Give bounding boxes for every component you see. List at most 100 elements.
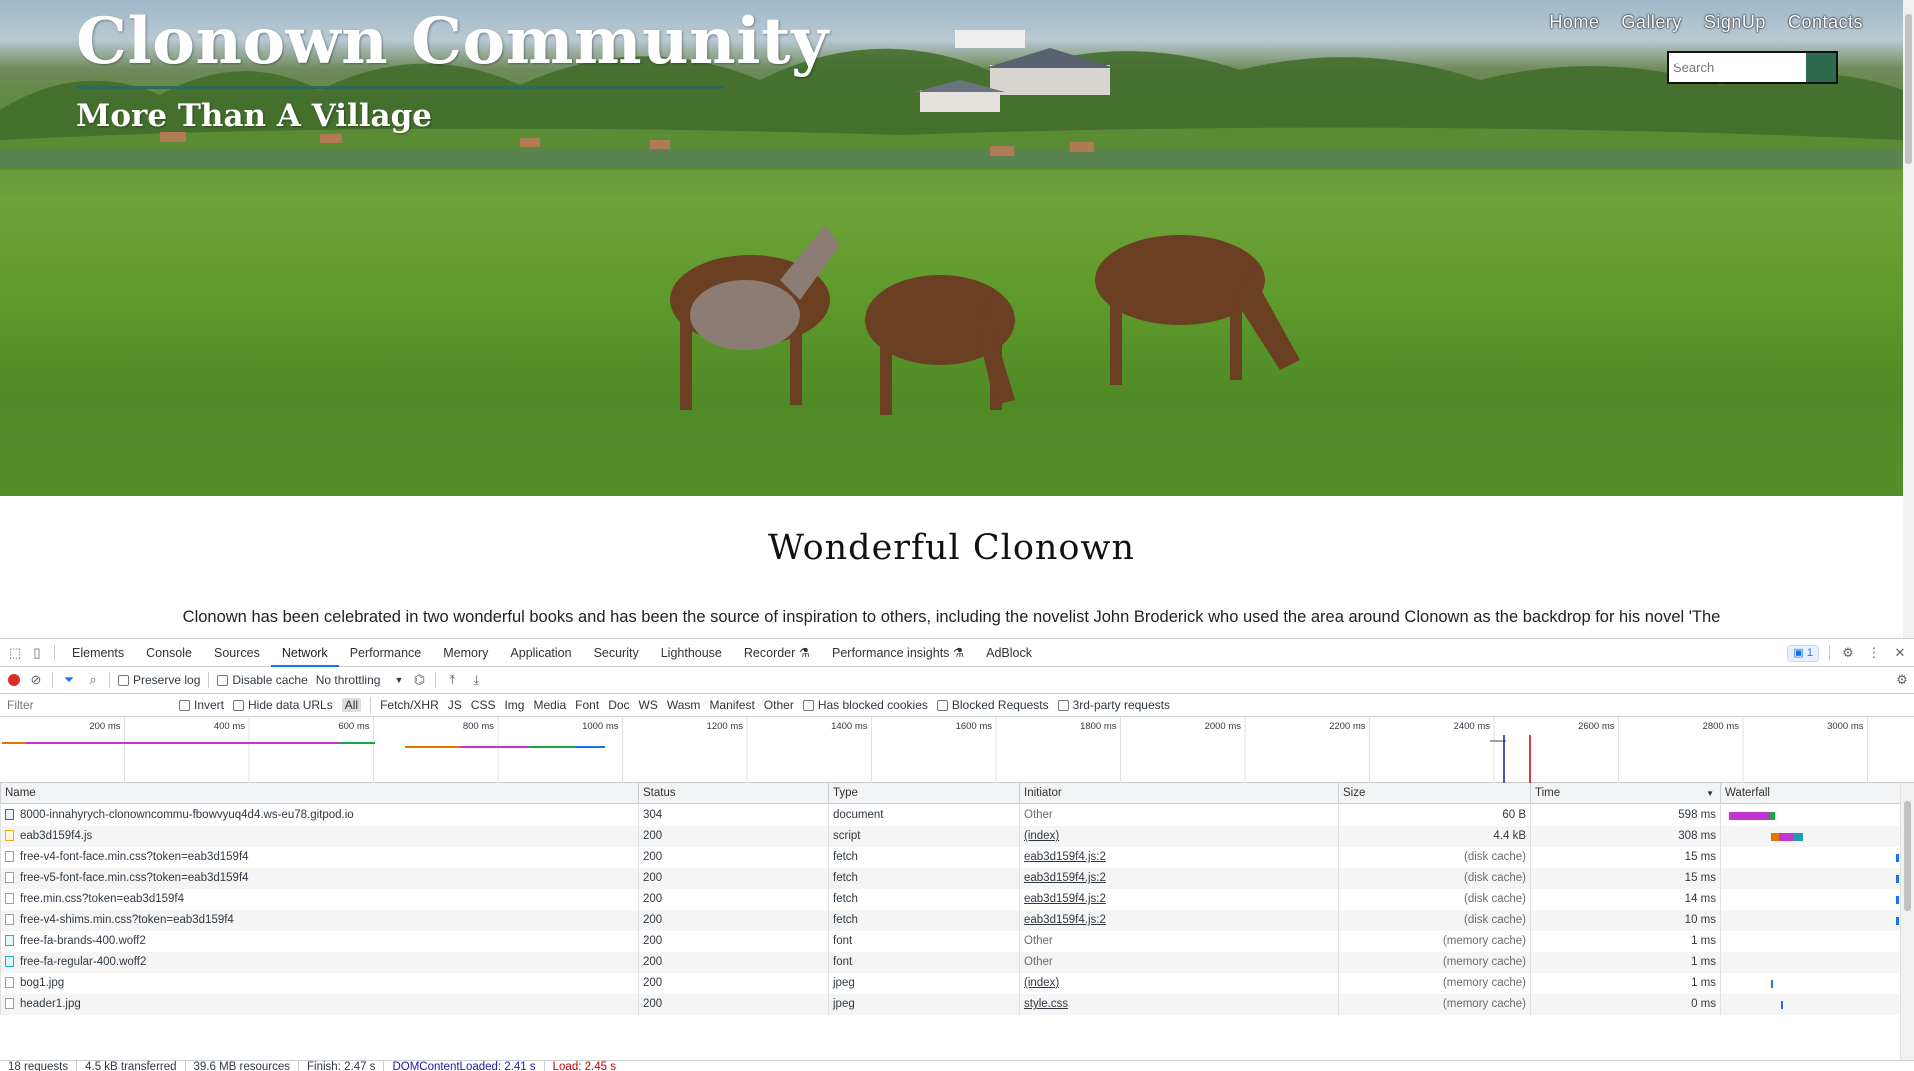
filter-type-js[interactable]: JS — [448, 698, 462, 712]
tab-network[interactable]: Network — [270, 639, 339, 667]
inspect-element-icon[interactable]: ⬚ — [4, 639, 26, 667]
table-row[interactable]: free-fa-regular-400.woff2 200 font Other (me… — [0, 952, 1900, 973]
table-row[interactable]: 8000-innahyrych-clonowncommu-fbowvyuq4d4… — [0, 805, 1900, 826]
filter-type-doc[interactable]: Doc — [608, 698, 629, 712]
waterfall-bar — [1896, 917, 1899, 925]
invert-checkbox[interactable]: Invert — [179, 698, 224, 712]
filter-type-ws[interactable]: WS — [639, 698, 658, 712]
cell-initiator[interactable]: eab3d159f4.js:2 — [1019, 910, 1338, 931]
checkbox-box[interactable] — [936, 699, 948, 711]
tab-sources[interactable]: Sources — [203, 639, 271, 667]
cell-initiator[interactable]: style.css — [1019, 994, 1338, 1015]
table-row[interactable]: bog1.jpg 200 jpeg (index) (memory cache) 1 ms — [0, 973, 1900, 994]
filter-type-css[interactable]: CSS — [471, 698, 496, 712]
record-button[interactable] — [8, 674, 20, 686]
nav-signup[interactable]: SignUp — [1704, 12, 1766, 33]
site-title[interactable]: Clonown Community — [76, 4, 829, 79]
column-header-type[interactable]: Type — [828, 783, 1019, 804]
column-header-status[interactable]: Status — [638, 783, 828, 804]
cell-initiator[interactable]: eab3d159f4.js:2 — [1019, 868, 1338, 889]
checkbox-box[interactable] — [217, 674, 229, 686]
cell-status: 200 — [638, 826, 828, 847]
preserve-log-checkbox[interactable]: Preserve log — [118, 673, 200, 687]
blocked-requests-checkbox[interactable]: Blocked Requests — [936, 698, 1049, 712]
has-blocked-cookies-checkbox[interactable]: Has blocked cookies — [802, 698, 928, 712]
page-scrollbar[interactable] — [1903, 0, 1914, 638]
tab-console[interactable]: Console — [135, 639, 203, 667]
cell-size-text: (disk cache) — [1464, 914, 1526, 926]
filter-type-font[interactable]: Font — [575, 698, 599, 712]
column-header-size[interactable]: Size — [1338, 783, 1530, 804]
table-row[interactable]: free.min.css?token=eab3d159f4 200 fetch eab… — [0, 889, 1900, 910]
device-toolbar-icon[interactable]: ▯ — [26, 639, 48, 667]
column-header-time[interactable]: Time ▼ — [1530, 783, 1720, 804]
table-row[interactable]: free-fa-brands-400.woff2 200 font Other (mem… — [0, 931, 1900, 952]
export-har-icon[interactable]: ⤓ — [468, 672, 484, 688]
throttling-select[interactable]: No throttling ▼ — [316, 673, 404, 687]
filter-type-img[interactable]: Img — [504, 698, 524, 712]
filter-type-other[interactable]: Other — [764, 698, 794, 712]
disable-cache-checkbox[interactable]: Disable cache — [217, 673, 308, 687]
table-row[interactable]: free-v4-shims.min.css?token=eab3d159f4 20… — [0, 910, 1900, 931]
cell-type: jpeg — [828, 994, 1019, 1015]
tab-memory[interactable]: Memory — [432, 639, 499, 667]
table-scrollbar[interactable] — [1900, 783, 1914, 1060]
tab-application[interactable]: Application — [499, 639, 582, 667]
table-row[interactable]: eab3d159f4.js 200 script (index) 4.4 kB 308 m… — [0, 826, 1900, 847]
issues-badge[interactable]: ▣ 1 — [1787, 644, 1819, 662]
checkbox-box[interactable] — [179, 699, 190, 711]
cell-initiator[interactable]: eab3d159f4.js:2 — [1019, 847, 1338, 868]
filter-type-wasm[interactable]: Wasm — [667, 698, 701, 712]
tab-elements[interactable]: Elements — [61, 639, 135, 667]
checkbox-box[interactable] — [802, 699, 814, 711]
clear-icon[interactable]: ⊘ — [28, 672, 44, 688]
search-button[interactable] — [1670, 53, 1836, 82]
network-settings-icon[interactable]: ⚙ — [1894, 672, 1910, 688]
nav-contacts[interactable]: Contacts — [1788, 12, 1863, 33]
cell-initiator[interactable]: eab3d159f4.js:2 — [1019, 889, 1338, 910]
network-conditions-icon[interactable]: ⌬ — [411, 672, 427, 688]
tab-performance[interactable]: Performance — [339, 639, 433, 667]
column-header-waterfall[interactable]: Waterfall — [1720, 783, 1900, 804]
cell-initiator[interactable]: (index) — [1019, 826, 1338, 847]
filter-type-all[interactable]: All — [341, 698, 362, 712]
tab-security[interactable]: Security — [583, 639, 650, 667]
checkbox-box[interactable] — [233, 699, 245, 711]
checkbox-box[interactable] — [1057, 699, 1069, 711]
table-row[interactable]: header1.jpg 200 jpeg style.css (memory cache… — [0, 994, 1900, 1015]
scrollbar-thumb[interactable] — [1905, 14, 1912, 164]
tab-recorder[interactable]: Recorder ⚗ — [733, 639, 821, 667]
filter-icon[interactable]: ⏷ — [61, 672, 77, 688]
filter-type-fetch-xhr[interactable]: Fetch/XHR — [380, 698, 439, 712]
third-party-checkbox[interactable]: 3rd-party requests — [1057, 698, 1170, 712]
tab-adblock[interactable]: AdBlock — [975, 639, 1043, 667]
column-header-name[interactable]: Name — [0, 783, 638, 804]
import-har-icon[interactable]: ⤒ — [444, 672, 460, 688]
timeline-tick-label: 1800 ms — [1080, 721, 1117, 732]
filter-input[interactable] — [2, 695, 170, 715]
cell-initiator[interactable]: (index) — [1019, 973, 1338, 994]
close-icon[interactable]: ✕ — [1892, 645, 1908, 661]
settings-gear-icon[interactable]: ⚙ — [1840, 645, 1856, 661]
search-icon[interactable]: ⌕ — [85, 672, 101, 688]
search-input[interactable] — [1669, 53, 1806, 82]
cell-waterfall — [1720, 826, 1900, 847]
network-overview-timeline[interactable]: 200 ms 400 ms 600 ms 800 ms 1000 ms 1200 ms 14… — [0, 717, 1914, 783]
nav-gallery[interactable]: Gallery — [1621, 12, 1682, 33]
more-options-icon[interactable]: ⋮ — [1866, 645, 1882, 661]
nav-home[interactable]: Home — [1549, 12, 1599, 33]
checkbox-box[interactable] — [118, 674, 129, 686]
table-row[interactable]: free-v5-font-face.min.css?token=eab3d159… — [0, 868, 1900, 889]
cell-size-text: (memory cache) — [1442, 977, 1526, 989]
table-row[interactable]: free-v4-font-face.min.css?token=eab3d159… — [0, 847, 1900, 868]
timeline-tick-label: 2600 ms — [1578, 721, 1615, 732]
scrollbar-thumb[interactable] — [1904, 801, 1911, 911]
filter-type-manifest[interactable]: Manifest — [709, 698, 754, 712]
tab-performance-insights[interactable]: Performance insights ⚗ — [821, 639, 975, 667]
tab-lighthouse[interactable]: Lighthouse — [650, 639, 733, 667]
filter-type-media[interactable]: Media — [533, 698, 566, 712]
column-header-initiator[interactable]: Initiator — [1019, 783, 1338, 804]
cell-time-text: 1 ms — [1691, 956, 1716, 968]
hide-data-urls-checkbox[interactable]: Hide data URLs — [233, 698, 333, 712]
cell-size-text: 4.4 kB — [1493, 830, 1526, 842]
